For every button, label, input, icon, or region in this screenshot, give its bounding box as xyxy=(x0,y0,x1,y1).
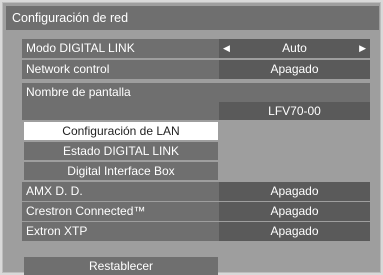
extron-xtp-value: Apagado xyxy=(219,222,370,241)
amx-dd-label: AMX D. D. xyxy=(26,184,83,198)
crestron-connected-value: Apagado xyxy=(219,202,370,221)
display-name-row[interactable]: Nombre de pantalla LFV70-00 xyxy=(22,83,370,120)
lan-settings-button[interactable]: Configuración de LAN xyxy=(24,122,218,140)
digital-link-mode-value: Auto xyxy=(282,41,307,55)
display-name-label: Nombre de pantalla xyxy=(26,85,131,99)
crestron-connected-row[interactable]: Crestron Connected™ Apagado xyxy=(22,202,370,221)
digital-link-mode-value-box[interactable]: ◀ Auto ▶ xyxy=(219,39,370,58)
network-control-value: Apagado xyxy=(219,60,370,79)
display-name-value: LFV70-00 xyxy=(219,102,370,120)
panel-title: Configuración de red xyxy=(6,6,379,30)
digital-link-mode-label: Modo DIGITAL LINK xyxy=(26,41,135,55)
network-control-label: Network control xyxy=(26,62,110,76)
digital-link-mode-row[interactable]: Modo DIGITAL LINK ◀ Auto ▶ xyxy=(22,39,370,58)
crestron-connected-label: Crestron Connected™ xyxy=(26,204,146,218)
digital-link-status-button[interactable]: Estado DIGITAL LINK xyxy=(24,142,218,160)
extron-xtp-label: Extron XTP xyxy=(26,224,88,238)
reset-button[interactable]: Restablecer xyxy=(24,257,218,275)
triangle-left-icon[interactable]: ◀ xyxy=(223,39,230,58)
amx-dd-value: Apagado xyxy=(219,182,370,201)
network-settings-panel: Configuración de red Modo DIGITAL LINK ◀… xyxy=(2,2,381,275)
digital-interface-box-button[interactable]: Digital Interface Box xyxy=(24,162,218,180)
extron-xtp-row[interactable]: Extron XTP Apagado xyxy=(22,222,370,241)
triangle-right-icon[interactable]: ▶ xyxy=(359,39,366,58)
amx-dd-row[interactable]: AMX D. D. Apagado xyxy=(22,182,370,201)
network-control-row[interactable]: Network control Apagado xyxy=(22,60,370,79)
